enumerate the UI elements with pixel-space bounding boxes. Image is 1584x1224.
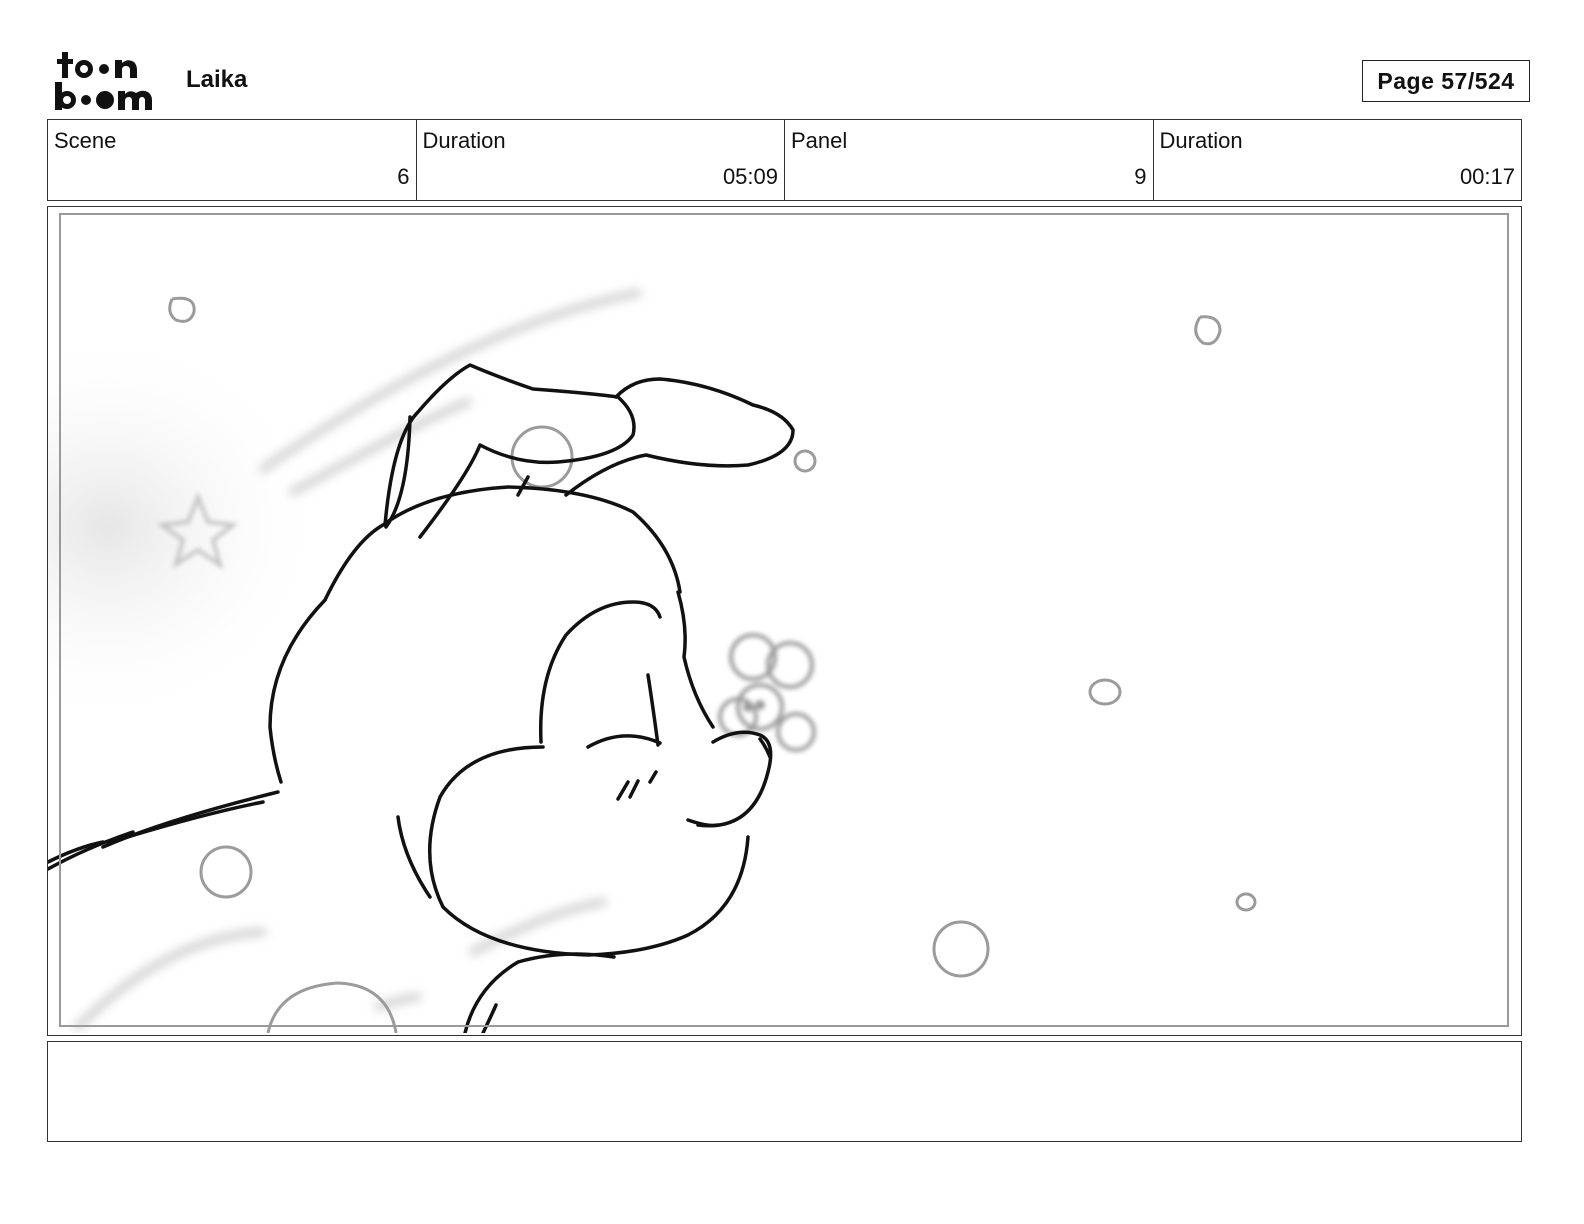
notes-box xyxy=(47,1041,1522,1142)
panel-duration-label: Duration xyxy=(1159,128,1243,153)
project-title: Laika xyxy=(186,66,248,93)
panel-label: Panel xyxy=(791,128,848,153)
panel-frame xyxy=(47,206,1522,1036)
toonboom-logo xyxy=(55,52,152,110)
scene-label: Scene xyxy=(54,128,117,153)
panel-cell: Panel 9 xyxy=(785,120,1154,200)
storyboard-sketch xyxy=(48,213,1509,1033)
scene-cell: Scene 6 xyxy=(48,120,417,200)
bubbles xyxy=(168,296,1257,1033)
info-table: Scene 6 Duration 05:09 Panel 9 Duration … xyxy=(47,119,1522,201)
background-glow xyxy=(48,327,328,727)
page-indicator: Page 57/524 xyxy=(1362,60,1530,102)
panel-duration-cell: Duration 00:17 xyxy=(1154,120,1522,200)
panel-duration-value: 00:17 xyxy=(1459,164,1515,189)
panel-value: 9 xyxy=(1134,164,1147,189)
scene-duration-label: Duration xyxy=(422,128,506,153)
scene-duration-value: 05:09 xyxy=(722,164,778,189)
scene-value: 6 xyxy=(397,164,410,189)
scene-duration-cell: Duration 05:09 xyxy=(417,120,785,200)
